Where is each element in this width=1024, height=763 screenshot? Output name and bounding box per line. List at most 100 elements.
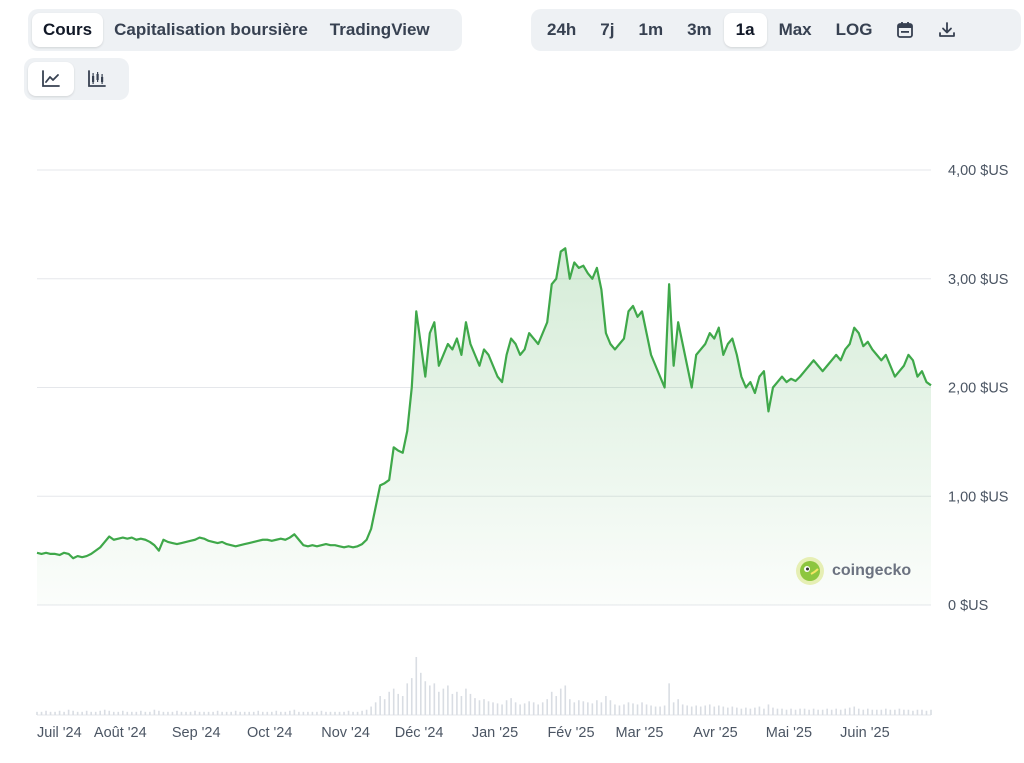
- volume-bar: [131, 711, 133, 715]
- volume-bar: [487, 701, 490, 715]
- volume-bar: [311, 711, 314, 715]
- volume-bar: [433, 683, 436, 715]
- volume-bar: [564, 685, 567, 715]
- volume-bar: [216, 710, 219, 715]
- calendar-icon[interactable]: [884, 13, 926, 47]
- volume-bar: [207, 711, 210, 715]
- volume-bar: [429, 685, 431, 715]
- volume-bar: [605, 696, 607, 715]
- tab-cours[interactable]: Cours: [32, 13, 104, 47]
- candlestick-icon[interactable]: [74, 62, 120, 96]
- volume-bar: [239, 711, 241, 715]
- volume-bar: [483, 699, 485, 715]
- volume-bar: [808, 709, 810, 715]
- volume-bar: [523, 703, 526, 715]
- volume-bar: [785, 709, 788, 715]
- volume-bar: [189, 711, 192, 715]
- volume-bar: [776, 708, 779, 715]
- volume-bar: [763, 708, 765, 715]
- tab-capitalisation-boursi-re[interactable]: Capitalisation boursière: [103, 13, 319, 47]
- volume-bar: [352, 711, 354, 715]
- volume-bar: [261, 711, 264, 715]
- volume-bar: [415, 657, 418, 715]
- volume-bar: [876, 709, 878, 715]
- volume-bar: [894, 709, 896, 715]
- range-max-button[interactable]: Max: [767, 13, 824, 47]
- volume-bar: [401, 696, 404, 715]
- price-area: [37, 248, 931, 606]
- volume-bar: [388, 691, 390, 715]
- range-24h-button[interactable]: 24h: [535, 13, 588, 47]
- volume-bar: [672, 702, 675, 715]
- volume-bar: [925, 710, 928, 715]
- volume-bar: [460, 696, 463, 715]
- price-chart[interactable]: 4,00 $US 3,00 $US 2,00 $US 1,00 $US 0 $US Ju…: [0, 110, 1024, 763]
- range-1m-button[interactable]: 1m: [626, 13, 675, 47]
- volume-bar: [121, 710, 124, 715]
- volume-bar: [582, 701, 585, 715]
- x-tick-label: Juil '24: [37, 725, 82, 741]
- volume-bar: [623, 704, 625, 715]
- volume-bar: [49, 711, 52, 715]
- volume-bar: [365, 709, 368, 715]
- volume-bar: [835, 708, 837, 715]
- x-tick-label: Fév '25: [547, 725, 594, 741]
- volume-bar: [636, 704, 639, 715]
- volume-bar: [90, 711, 92, 715]
- volume-bar: [541, 702, 544, 715]
- x-tick-label: Sep '24: [172, 725, 221, 741]
- range-3m-button[interactable]: 3m: [675, 13, 724, 47]
- download-icon[interactable]: [926, 13, 968, 47]
- volume-bar: [767, 704, 770, 715]
- volume-bar: [514, 702, 517, 715]
- volume-bar: [194, 710, 196, 715]
- volume-bar: [510, 698, 512, 715]
- volume-bar: [383, 699, 386, 715]
- range-7j-button[interactable]: 7j: [588, 13, 626, 47]
- volume-bar: [559, 688, 562, 715]
- y-tick-label: 0 $US: [948, 598, 988, 614]
- volume-bar: [280, 711, 282, 715]
- volume-bar: [67, 709, 70, 715]
- volume-bar: [379, 696, 381, 715]
- volume-bar: [162, 711, 165, 715]
- volume-bar: [677, 699, 679, 715]
- x-tick-label: Avr '25: [693, 725, 737, 741]
- x-tick-label: Juin '25: [840, 725, 890, 741]
- volume-bar: [591, 703, 594, 715]
- line-chart-icon[interactable]: [28, 62, 74, 96]
- volume-bar: [817, 709, 819, 715]
- volume-bar: [45, 710, 47, 715]
- volume-bar: [442, 688, 445, 715]
- volume-bar: [686, 705, 688, 715]
- time-range-group: 24h 7j 1m 3m 1a Max LOG: [531, 9, 1021, 51]
- volume-bar: [456, 691, 458, 715]
- volume-bar: [555, 696, 558, 715]
- volume-bar: [568, 699, 571, 715]
- volume-bar: [912, 710, 914, 715]
- volume-bar: [374, 702, 377, 715]
- y-tick-label: 2,00 $US: [948, 381, 1008, 397]
- volume-bar: [609, 700, 612, 715]
- volume-bar: [171, 711, 174, 715]
- range-1a-button[interactable]: 1a: [723, 13, 767, 47]
- volume-bar: [695, 705, 698, 715]
- volume-bar: [866, 708, 869, 715]
- volume-bar: [519, 704, 521, 715]
- volume-bar: [103, 709, 106, 715]
- volume-bar: [907, 709, 910, 715]
- volume-bar: [447, 685, 449, 715]
- volume-bar: [916, 709, 919, 715]
- volume-bar: [356, 711, 359, 715]
- tab-tradingview[interactable]: TradingView: [319, 13, 441, 47]
- volume-bar: [58, 710, 61, 715]
- volume-bar: [885, 708, 887, 715]
- volume-bar: [275, 710, 278, 715]
- volume-bar: [848, 707, 851, 715]
- volume-bar: [329, 711, 332, 715]
- range-log-button[interactable]: LOG: [824, 13, 885, 47]
- volume-bar: [618, 705, 621, 715]
- volume-bar: [699, 706, 702, 715]
- volume-bar: [727, 707, 729, 715]
- volume-bar: [180, 711, 183, 715]
